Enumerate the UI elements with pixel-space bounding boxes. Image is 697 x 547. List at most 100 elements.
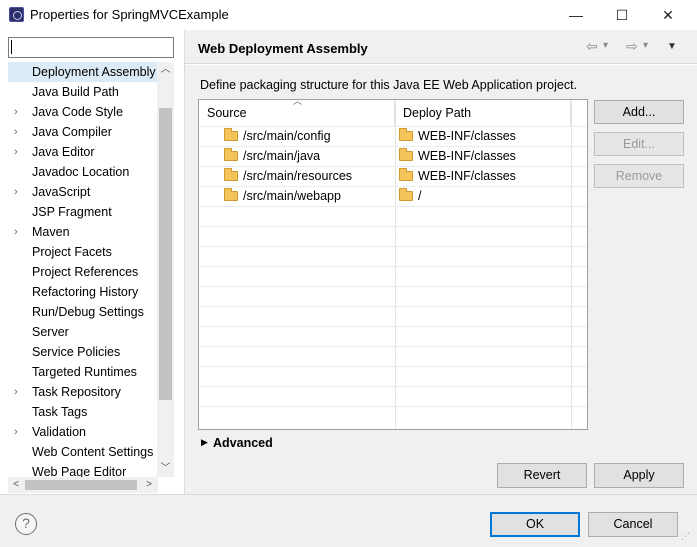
tree-item-label: Service Policies [32, 345, 121, 359]
expand-chevron-icon[interactable]: › [14, 222, 24, 242]
tree-item-label: JSP Fragment [32, 205, 112, 219]
table-row[interactable] [199, 286, 587, 306]
tree-item-label: Java Editor [32, 145, 95, 159]
source-path: /src/main/resources [243, 169, 353, 183]
resize-grip-icon[interactable]: ⋰ [681, 531, 690, 542]
tree-item-label: Task Repository [32, 385, 121, 399]
tree-horizontal-scroll-thumb[interactable] [25, 480, 137, 490]
tree-item[interactable]: Run/Debug Settings [8, 302, 158, 322]
table-row[interactable]: /src/main/java WEB-INF/classes [199, 146, 587, 166]
back-dropdown-icon[interactable]: ▾ [603, 40, 608, 51]
tree-item-label: Web Content Settings [32, 445, 154, 459]
tree-item[interactable]: JSP Fragment [8, 202, 158, 222]
table-row[interactable] [199, 406, 587, 426]
tree-item-label: Javadoc Location [32, 165, 130, 179]
expand-chevron-icon[interactable]: › [14, 142, 24, 162]
tree-item[interactable]: › Java Editor [8, 142, 158, 162]
source-cell: /src/main/resources [224, 167, 352, 187]
column-header-deploy-path[interactable]: Deploy Path [395, 100, 571, 126]
table-row[interactable] [199, 306, 587, 326]
tree-item[interactable]: Task Tags [8, 402, 158, 422]
folder-icon [224, 128, 238, 141]
scroll-right-arrow-icon[interactable]: > [141, 477, 157, 493]
tree-item[interactable]: › JavaScript [8, 182, 158, 202]
table-row[interactable] [199, 266, 587, 286]
table-row[interactable] [199, 206, 587, 226]
tree-item-label: Validation [32, 425, 86, 439]
revert-button[interactable]: Revert [497, 463, 587, 488]
table-row[interactable] [199, 226, 587, 246]
tree-item[interactable]: Project References [8, 262, 158, 282]
tree-item[interactable]: › Validation [8, 422, 158, 442]
table-row[interactable] [199, 386, 587, 406]
folder-icon [399, 148, 413, 161]
add-button[interactable]: Add... [594, 100, 684, 124]
tree-item-label: Deployment Assembly [32, 65, 156, 79]
tree-item[interactable]: › Java Compiler [8, 122, 158, 142]
tree-item[interactable]: Refactoring History [8, 282, 158, 302]
view-menu-icon[interactable]: ▼ [667, 41, 677, 52]
forward-arrow-icon[interactable]: ⇨ [626, 38, 638, 55]
edit-button[interactable]: Edit... [594, 132, 684, 156]
tree-vertical-scroll-thumb[interactable] [159, 108, 172, 400]
expand-chevron-icon[interactable]: › [14, 422, 24, 442]
tree-item-label: Task Tags [32, 405, 88, 419]
tree-item[interactable]: Deployment Assembly [8, 62, 158, 82]
tree-item-label: Run/Debug Settings [32, 305, 144, 319]
maximize-button[interactable]: ☐ [599, 0, 645, 30]
table-row[interactable]: /src/main/config WEB-INF/classes [199, 126, 587, 146]
table-row[interactable] [199, 326, 587, 346]
deploy-path: / [418, 189, 422, 203]
page-title: Web Deployment Assembly [198, 41, 368, 56]
table-row[interactable] [199, 366, 587, 386]
advanced-section-toggle[interactable]: Advanced [213, 436, 273, 450]
source-path: /src/main/config [243, 129, 331, 143]
expand-chevron-icon[interactable]: › [14, 122, 24, 142]
tree-item[interactable]: Web Content Settings [8, 442, 158, 462]
tree-item[interactable]: Service Policies [8, 342, 158, 362]
tree-item[interactable]: Javadoc Location [8, 162, 158, 182]
source-path: /src/main/java [243, 149, 321, 163]
tree-item[interactable]: › Task Repository [8, 382, 158, 402]
folder-icon [224, 168, 238, 181]
close-button[interactable]: ✕ [645, 0, 691, 30]
expand-chevron-icon[interactable]: › [14, 102, 24, 122]
minimize-button[interactable]: — [553, 0, 599, 30]
source-cell: /src/main/webapp [224, 187, 341, 207]
scroll-down-arrow-icon[interactable]: ﹀ [157, 461, 174, 477]
remove-button[interactable]: Remove [594, 164, 684, 188]
back-arrow-icon[interactable]: ⇦ [586, 38, 598, 55]
apply-button[interactable]: Apply [594, 463, 684, 488]
tree-item-label: Refactoring History [32, 285, 139, 299]
table-row[interactable]: /src/main/webapp / [199, 186, 587, 206]
tree-item[interactable]: Server [8, 322, 158, 342]
tree-item-label: Java Code Style [32, 105, 124, 119]
expand-arrow-icon[interactable]: ▶ [201, 437, 208, 448]
tree-item[interactable]: Targeted Runtimes [8, 362, 158, 382]
folder-icon [399, 168, 413, 181]
table-row[interactable] [199, 246, 587, 266]
scroll-left-arrow-icon[interactable]: < [8, 477, 24, 493]
expand-chevron-icon[interactable]: › [14, 382, 24, 402]
tree-item[interactable]: › Maven [8, 222, 158, 242]
tree-item-label: Java Build Path [32, 85, 119, 99]
table-row[interactable]: /src/main/resources WEB-INF/classes [199, 166, 587, 186]
tree-item[interactable]: Project Facets [8, 242, 158, 262]
tree-item[interactable]: › Java Code Style [8, 102, 158, 122]
cancel-button[interactable]: Cancel [588, 512, 678, 537]
deploy-path-cell: WEB-INF/classes [399, 127, 516, 147]
tree-item[interactable]: Java Build Path [8, 82, 158, 102]
forward-dropdown-icon[interactable]: ▾ [643, 40, 648, 51]
scroll-up-arrow-icon[interactable]: ︿ [157, 62, 174, 78]
deploy-path: WEB-INF/classes [418, 169, 516, 183]
table-row[interactable] [199, 346, 587, 366]
tree-item-label: Targeted Runtimes [32, 365, 137, 379]
filter-input[interactable] [8, 37, 174, 58]
help-icon[interactable]: ? [15, 513, 37, 535]
deploy-path: WEB-INF/classes [418, 129, 516, 143]
expand-chevron-icon[interactable]: › [14, 182, 24, 202]
ok-button[interactable]: OK [490, 512, 580, 537]
folder-icon [399, 128, 413, 141]
tree-item-label: Server [32, 325, 69, 339]
property-tree: Deployment Assembly Java Build Path › Java … [8, 62, 174, 492]
